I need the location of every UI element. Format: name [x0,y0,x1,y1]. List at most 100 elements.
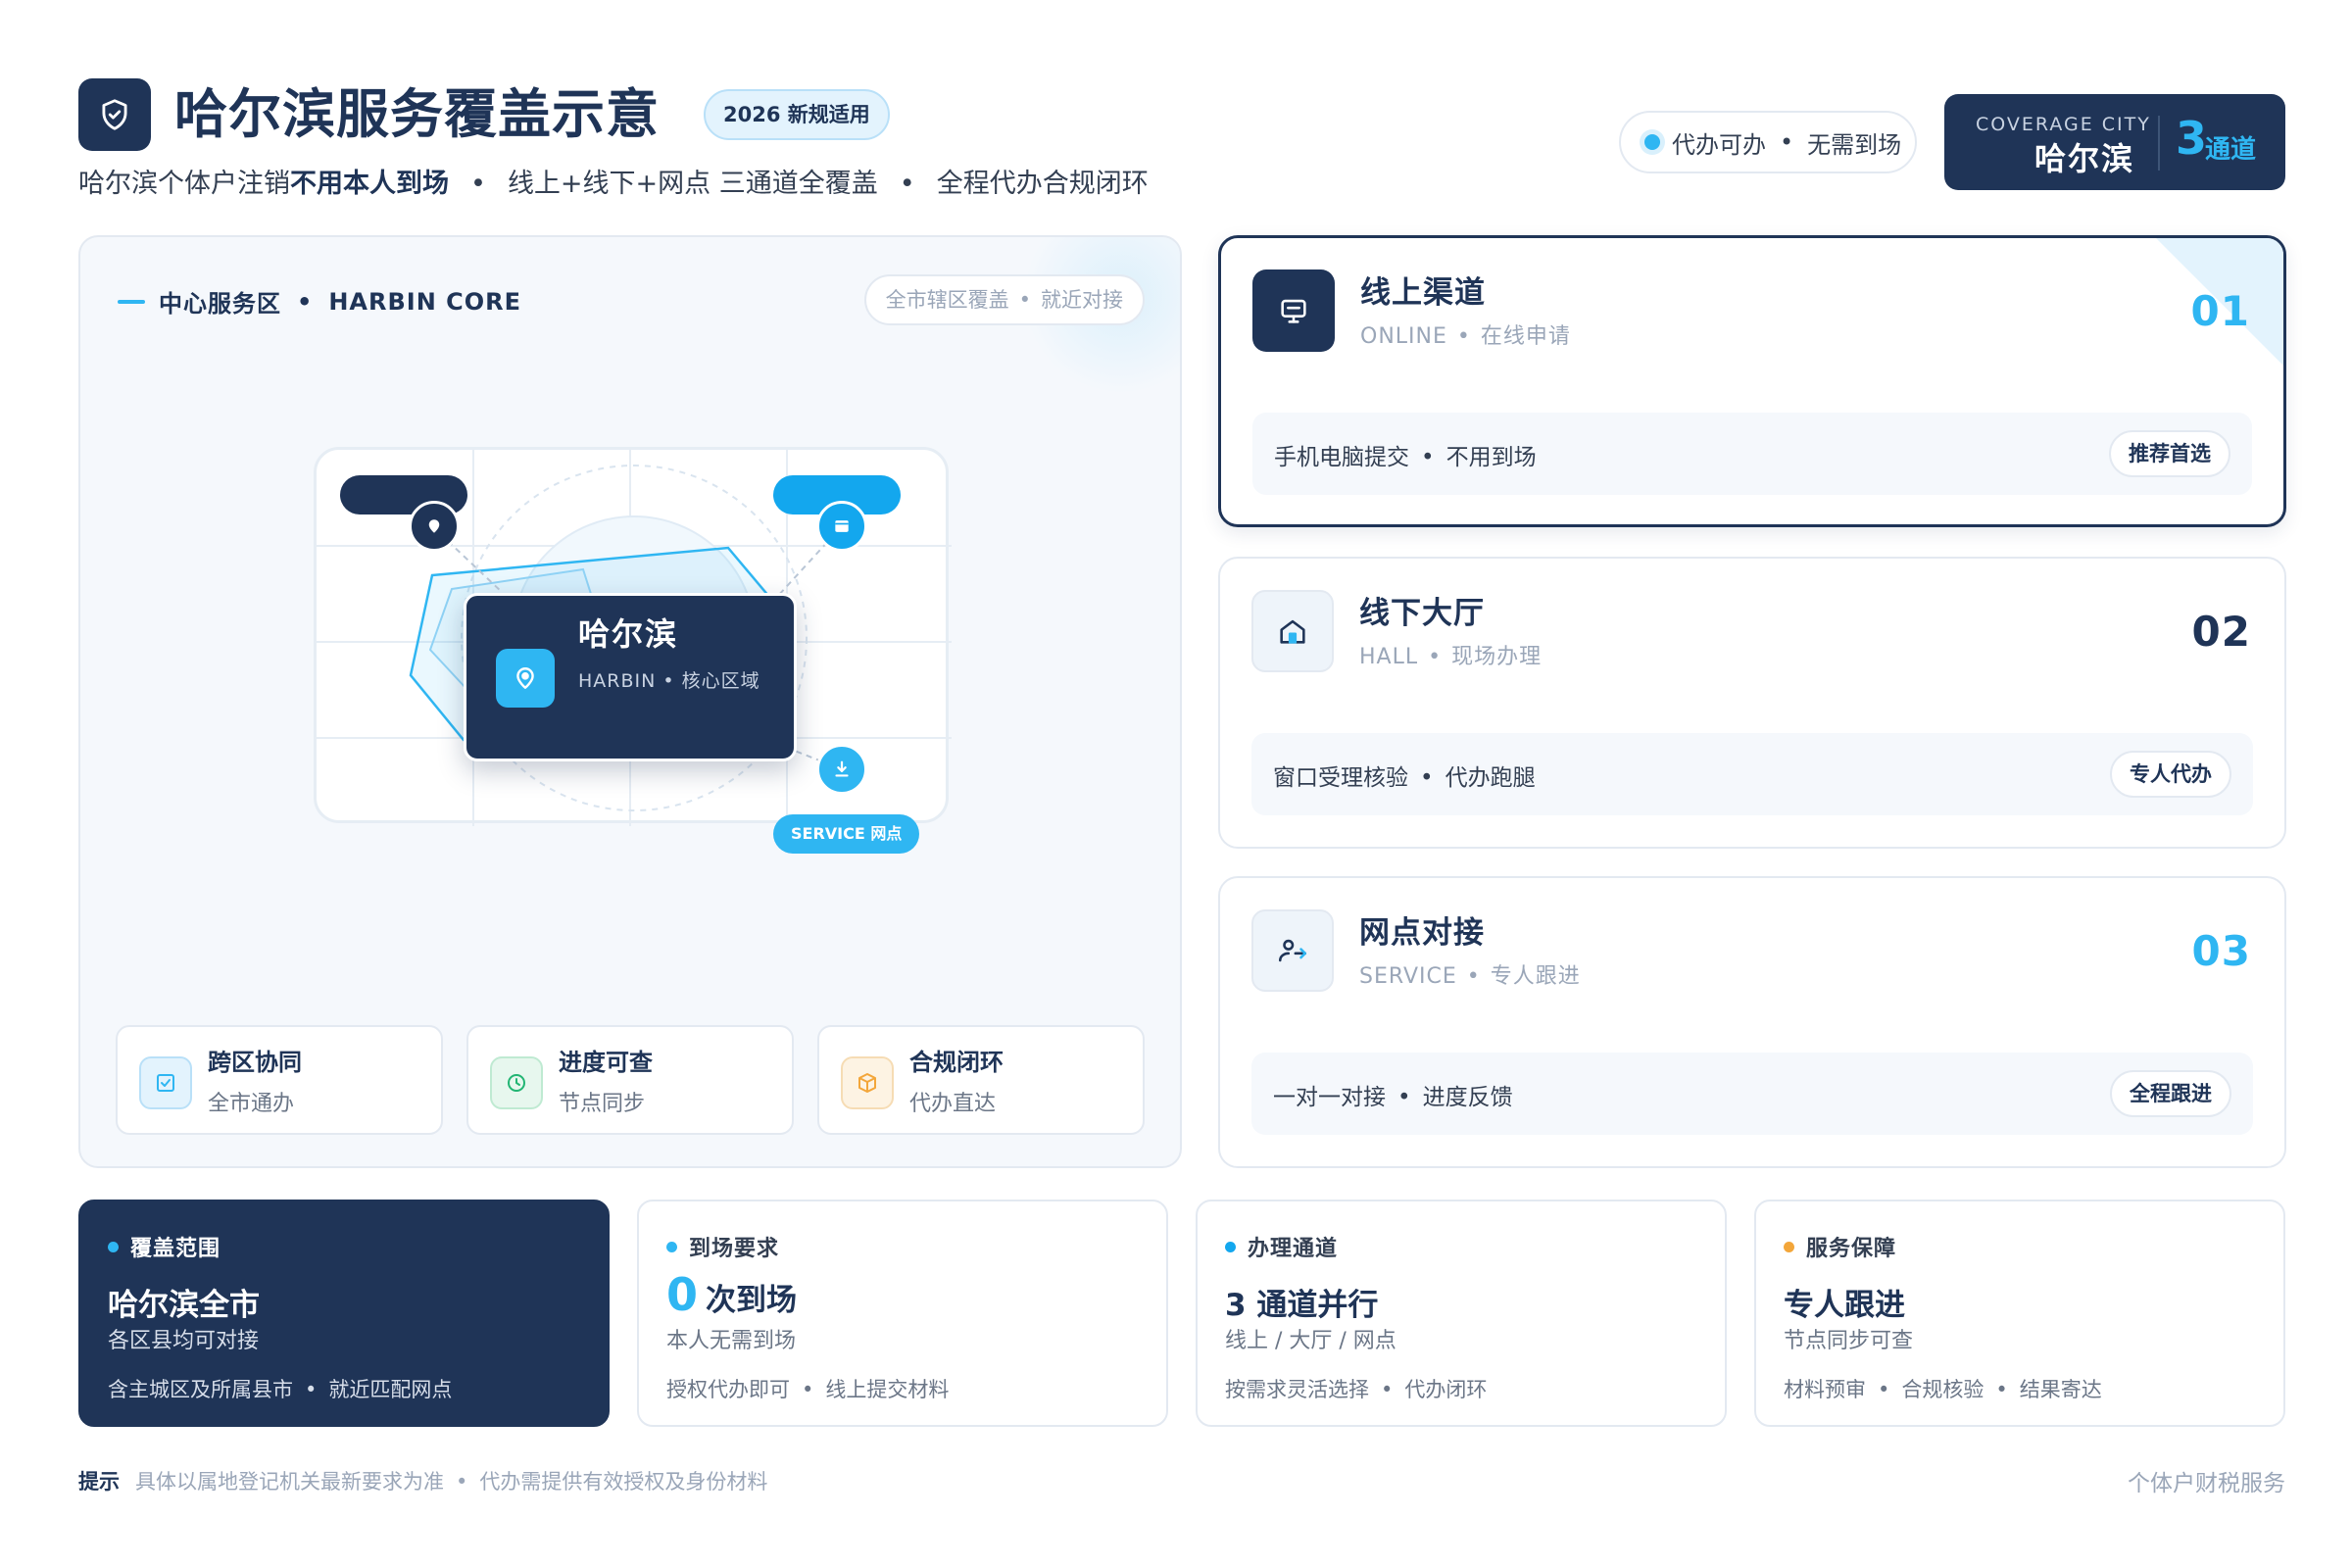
city-popup-sub: HARBIN • 核心区域 [578,670,760,692]
feature-card-cross-district: 跨区协同 全市通办 [116,1025,443,1135]
download-pin-icon [835,760,849,777]
channel-en-text: SERVICE [1359,964,1457,989]
channel-bar-sep: • [1397,1085,1411,1110]
channel-count: 3 [2176,112,2208,165]
pill-sep: • [1780,128,1794,156]
stat-foot-b: 代办闭环 [1404,1378,1488,1401]
stat-foot: 含主城区及所属县市 • 就近匹配网点 [108,1374,452,1403]
channel-unit: 通道 [2205,135,2257,165]
stat-sub: 线上 / 大厅 / 网点 [1225,1329,1396,1353]
feature-sub: 代办直达 [909,1092,997,1116]
footer-hint-label: 提示 [78,1470,120,1494]
recommend-button[interactable]: 推荐首选 [2109,430,2230,477]
core-service-panel: 中心服务区 • HARBIN CORE 全市辖区覆盖 • 就近对接 SERVIC… [78,235,1182,1168]
channel-card-hall[interactable]: 线下大厅 HALL • 现场办理 02 窗口受理核验 • 代办跑腿 专人代办 [1218,557,2286,849]
stat-label-text: 到场要求 [689,1237,780,1261]
map-node-online [409,501,460,552]
footer-hint-a: 具体以属地登记机关最新要求为准 [135,1470,444,1494]
channel-en-sep: • [1456,324,1471,349]
channel-bar: 窗口受理核验 • 代办跑腿 专人代办 [1251,733,2253,815]
page-title: 哈尔滨服务覆盖示意 [174,83,660,145]
agent-button[interactable]: 专人代办 [2110,751,2231,798]
coverage-pill: 全市辖区覆盖 • 就近对接 [863,274,1145,325]
stat-value-number: 0 [666,1268,699,1321]
stat-foot: 材料预审 • 合规核验 • 结果寄达 [1784,1374,2102,1403]
channel-name: 线上渠道 [1360,275,1486,311]
stat-dot [1784,1241,1794,1252]
feature-title: 进度可查 [559,1049,653,1076]
stat-attendance: 到场要求 0 次到场 本人无需到场 授权代办即可 • 线上提交材料 [637,1200,1168,1427]
channel-en: HALL • 现场办理 [1359,639,1542,670]
stat-foot-b: 线上提交材料 [825,1378,950,1401]
coverage-pill-sep: • [1018,288,1031,312]
subtitle-sep: • [899,169,915,199]
stat-label: 覆盖范围 [108,1231,220,1262]
stat-foot-b: 就近匹配网点 [328,1378,453,1401]
channel-bar-left: 一对一对接 [1273,1085,1386,1110]
stat-foot-a: 含主城区及所属县市 [108,1378,293,1401]
channel-bar: 手机电脑提交 • 不用到场 推荐首选 [1252,413,2252,495]
channel-en-sep: • [1428,645,1443,669]
stat-guarantee: 服务保障 专人跟进 节点同步可查 材料预审 • 合规核验 • 结果寄达 [1754,1200,2285,1427]
proxy-status-pill: 代办可办 • 无需到场 [1619,111,1917,173]
status-dot [1644,134,1660,150]
stat-value: 3 通道并行 [1225,1288,1379,1323]
stat-value: 专人跟进 [1784,1288,1905,1323]
coverage-pill-left: 全市辖区覆盖 [885,288,1009,312]
channel-bar-text: 手机电脑提交 • 不用到场 [1274,438,1537,471]
clock-icon [490,1056,543,1109]
channel-card-online[interactable]: 线上渠道 ONLINE • 在线申请 01 手机电脑提交 • 不用到场 推荐首选 [1218,235,2286,527]
channel-bar-text: 一对一对接 • 进度反馈 [1273,1078,1513,1111]
heading-zh: 中心服务区 [159,290,281,318]
city-popup-name: 哈尔滨 [578,615,679,653]
heading-dash [118,299,145,304]
stat-label: 办理通道 [1225,1231,1338,1262]
feature-card-progress: 进度可查 节点同步 [466,1025,794,1135]
stat-value: 0 次到场 [666,1268,797,1321]
stat-label: 服务保障 [1784,1231,1896,1262]
stat-coverage: 覆盖范围 哈尔滨全市 各区县均可对接 含主城区及所属县市 • 就近匹配网点 [78,1200,610,1427]
channel-number: 02 [2191,608,2251,656]
feature-sub: 节点同步 [559,1092,646,1116]
coverage-city-name: 哈尔滨 [2034,140,2135,177]
channel-bar-left: 窗口受理核验 [1273,765,1408,791]
follow-up-button[interactable]: 全程跟进 [2110,1070,2231,1117]
stat-label-text: 覆盖范围 [130,1237,221,1261]
stat-foot-sep: • [1381,1378,1394,1401]
version-badge: 2026 新规适用 [704,89,890,140]
location-dot-icon [428,519,440,533]
stat-dot [666,1241,677,1252]
stat-dot [1225,1241,1236,1252]
channel-bar-right: 不用到场 [1446,445,1537,470]
channel-bar: 一对一对接 • 进度反馈 全程跟进 [1251,1053,2253,1135]
divider [2158,116,2160,171]
shield-check-icon [102,99,127,130]
map-node-service [816,744,867,795]
channel-bar-text: 窗口受理核验 • 代办跑腿 [1273,759,1536,792]
channel-bar-left: 手机电脑提交 [1274,445,1409,470]
stat-channels: 办理通道 3 通道并行 线上 / 大厅 / 网点 按需求灵活选择 • 代办闭环 [1196,1200,1727,1427]
channel-card-service[interactable]: 网点对接 SERVICE • 专人跟进 03 一对一对接 • 进度反馈 全程跟进 [1218,876,2286,1168]
stat-label-text: 办理通道 [1248,1237,1339,1261]
feature-title: 合规闭环 [909,1049,1004,1076]
stat-value-text: 次到场 [706,1283,798,1318]
coverage-city-card: COVERAGE CITY 哈尔滨 3 通道 [1944,94,2285,190]
home-icon [1251,590,1334,672]
stat-dot [108,1241,119,1252]
heading-en: HARBIN CORE [328,287,522,316]
stat-sub: 本人无需到场 [666,1329,797,1353]
stat-foot-a: 授权代办即可 [666,1378,790,1401]
subtitle-pre: 哈尔滨个体户注销 [78,169,290,199]
map-pin-icon [496,649,555,708]
user-transfer-icon [1251,909,1334,992]
stat-foot: 授权代办即可 • 线上提交材料 [666,1374,949,1403]
channel-bar-sep: • [1420,765,1434,791]
feature-card-compliance: 合规闭环 代办直达 [817,1025,1145,1135]
stat-foot-sep: • [305,1378,318,1401]
footer-hint-b: 代办需提供有效授权及身份材料 [479,1470,768,1494]
coverage-map: SERVICE 网点 哈尔滨 HARBIN • 核心区域 [314,447,952,854]
feature-sub: 全市通办 [208,1092,295,1116]
stat-foot-a: 按需求灵活选择 [1225,1378,1369,1401]
channel-en-zh: 在线申请 [1480,324,1571,349]
subtitle-end: 全程代办合规闭环 [936,169,1149,199]
